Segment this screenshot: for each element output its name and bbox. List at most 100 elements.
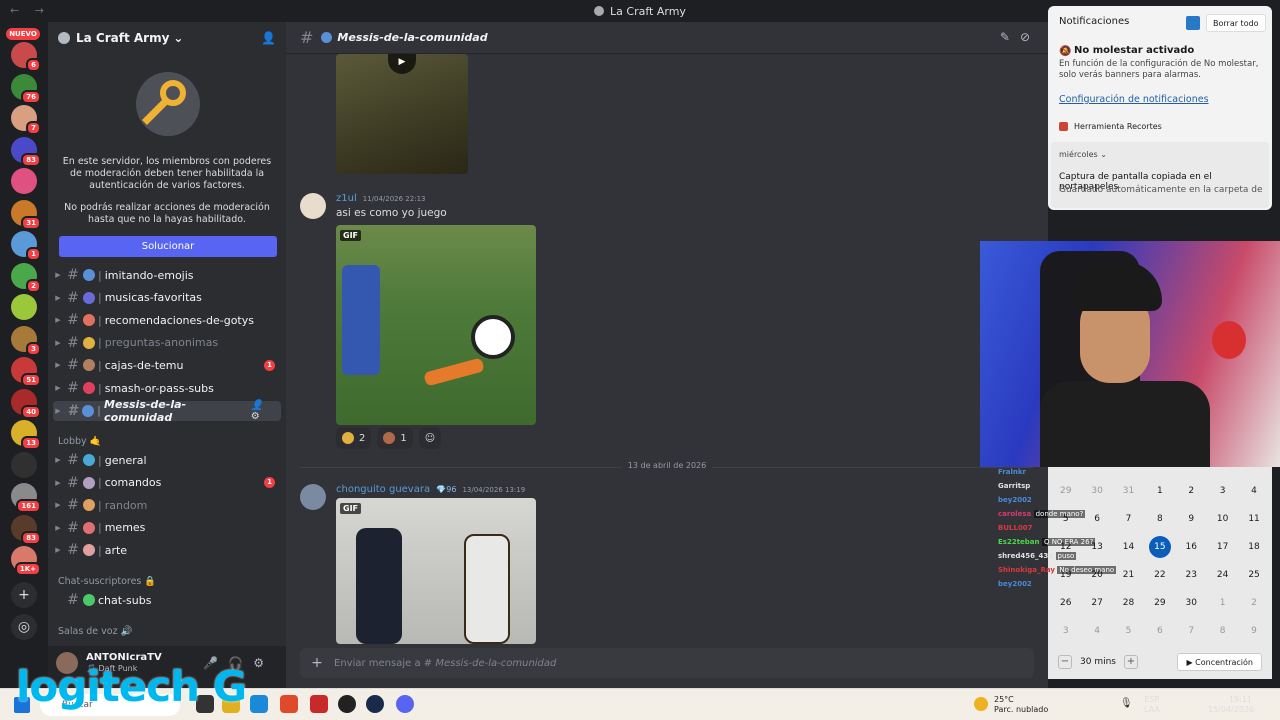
channel-recomendaciones-de-gotys[interactable]: ▶ # | recomendaciones-de-gotys xyxy=(53,310,281,330)
channel-musicas-favoritas[interactable]: ▶ # | musicas-favoritas xyxy=(53,288,281,308)
steam-icon[interactable] xyxy=(366,695,384,713)
gear-icon[interactable]: ⚙ xyxy=(253,656,274,670)
taskbar-clock[interactable]: 19:11 15/04/2026 xyxy=(1208,695,1254,715)
channel-comandos[interactable]: ▶ # | comandos 1 xyxy=(53,473,281,493)
channel-imitando-emojis[interactable]: ▶ # | imitando-emojis xyxy=(53,265,281,285)
expand-arrow-icon[interactable]: ▶ xyxy=(53,407,63,415)
calendar-day[interactable]: 4 xyxy=(1081,620,1112,642)
play-icon[interactable]: ▶ xyxy=(388,54,416,74)
notification-day[interactable]: miércoles ⌄ xyxy=(1059,150,1107,159)
expand-arrow-icon[interactable]: ▶ xyxy=(53,384,63,392)
message-author[interactable]: chonguito guevara 💎96 13/04/2026 13:19 xyxy=(336,484,525,495)
calendar-day[interactable]: 2 xyxy=(1176,480,1207,502)
expand-arrow-icon[interactable]: ▶ xyxy=(53,501,63,509)
server-icon[interactable] xyxy=(11,451,37,478)
calendar-day[interactable]: 23 xyxy=(1176,564,1207,586)
weather-widget[interactable]: 25°C Parc. nublado xyxy=(974,695,1048,715)
calendar-day[interactable]: 4 xyxy=(1238,480,1269,502)
explore-icon[interactable]: ◎ xyxy=(11,614,37,640)
server-icon[interactable]: 7 xyxy=(11,105,41,135)
server-icon[interactable]: 2 xyxy=(11,262,41,293)
calendar-day[interactable]: 8 xyxy=(1144,508,1175,530)
expand-arrow-icon[interactable]: ▶ xyxy=(53,316,63,324)
calendar-day[interactable]: 3 xyxy=(1207,480,1238,502)
server-icon[interactable]: 13 xyxy=(11,420,41,450)
expand-arrow-icon[interactable]: ▶ xyxy=(53,294,63,302)
calendar-day[interactable]: 1 xyxy=(1144,480,1175,502)
dnd-toggle-icon[interactable] xyxy=(1186,16,1200,30)
threads-icon[interactable]: ✎ xyxy=(1000,30,1020,44)
calendar-day[interactable]: 14 xyxy=(1113,536,1144,558)
calendar-day[interactable]: 28 xyxy=(1113,592,1144,614)
video-attachment[interactable]: ▶ xyxy=(336,54,468,174)
reaction[interactable]: 1 xyxy=(377,427,413,449)
channel-settings-icon[interactable]: 👤 ⚙ xyxy=(251,400,275,422)
calendar-day[interactable]: 7 xyxy=(1176,620,1207,642)
message-author[interactable]: z1ul 11/04/2026 22:13 xyxy=(336,193,425,204)
channel-general[interactable]: ▶ # | general xyxy=(53,450,281,470)
calendar-day[interactable]: 2 xyxy=(1238,592,1269,614)
calendar-day[interactable]: 15 xyxy=(1148,536,1171,558)
expand-arrow-icon[interactable]: ▶ xyxy=(53,546,63,554)
expand-arrow-icon[interactable]: ▶ xyxy=(53,339,63,347)
expand-arrow-icon[interactable]: ▶ xyxy=(53,479,63,487)
server-icon[interactable]: 3 xyxy=(11,325,41,356)
server-header[interactable]: La Craft Army ⌄ 👤 xyxy=(48,22,286,54)
add-reaction-button[interactable]: ☺ xyxy=(418,427,442,449)
system-tray[interactable]: 🎙 xyxy=(1120,698,1139,709)
server-icon[interactable] xyxy=(11,294,37,320)
calendar-day[interactable]: 26 xyxy=(1050,592,1081,614)
server-icon[interactable]: 161 xyxy=(11,483,41,513)
server-icon[interactable]: 83 xyxy=(11,514,41,545)
server-icon[interactable]: 40 xyxy=(11,388,41,419)
calendar-day[interactable]: 16 xyxy=(1176,536,1207,558)
server-icon[interactable]: 1 xyxy=(11,231,41,261)
add-server-icon[interactable]: + xyxy=(11,582,37,608)
calendar-day[interactable]: 30 xyxy=(1176,592,1207,614)
calendar-day[interactable]: 21 xyxy=(1113,564,1144,586)
calendar-day[interactable]: 24 xyxy=(1207,564,1238,586)
calendar-day[interactable]: 9 xyxy=(1176,508,1207,530)
obs-icon[interactable] xyxy=(338,695,356,713)
minus-button[interactable]: − xyxy=(1058,655,1072,669)
expand-arrow-icon[interactable]: ▶ xyxy=(53,361,63,369)
author-name[interactable]: chonguito guevara xyxy=(336,484,430,495)
server-icon[interactable]: 31 xyxy=(11,199,41,230)
calendar-day[interactable]: 18 xyxy=(1238,536,1269,558)
channel-smash-or-pass-subs[interactable]: ▶ # | smash-or-pass-subs xyxy=(53,378,281,398)
calendar-day[interactable]: 27 xyxy=(1081,592,1112,614)
plus-button[interactable]: + xyxy=(1123,655,1138,669)
discord-icon[interactable] xyxy=(396,695,414,713)
obs-app-icon[interactable] xyxy=(310,695,328,713)
calendar-day[interactable]: 6 xyxy=(1144,620,1175,642)
expand-arrow-icon[interactable]: ▶ xyxy=(53,456,63,464)
category-voice[interactable]: Salas de voz 🔊 xyxy=(58,626,132,637)
expand-arrow-icon[interactable]: ▶ xyxy=(53,271,63,279)
calendar-day[interactable]: 3 xyxy=(1050,620,1081,642)
reaction[interactable]: 2 xyxy=(336,427,372,449)
focus-button[interactable]: ▶ Concentración xyxy=(1177,653,1262,671)
calendar-day[interactable]: 22 xyxy=(1144,564,1175,586)
calendar-day[interactable]: 9 xyxy=(1238,620,1269,642)
calendar-day[interactable]: 1 xyxy=(1207,592,1238,614)
invite-icon[interactable]: 👤 xyxy=(261,31,276,45)
server-icon[interactable]: 51 xyxy=(11,357,41,387)
channel-cajas-de-temu[interactable]: ▶ # | cajas-de-temu 1 xyxy=(53,355,281,375)
store-icon[interactable] xyxy=(250,695,268,713)
calendar-day[interactable]: 29 xyxy=(1144,592,1175,614)
mic-icon[interactable]: 🎙 xyxy=(1120,698,1139,709)
composer-placeholder[interactable]: Enviar mensaje a # Messis-de-la-comunida… xyxy=(334,658,556,669)
server-icon[interactable]: 1K+ xyxy=(11,546,41,576)
gif-attachment[interactable]: GIF xyxy=(336,225,536,425)
server-icon[interactable] xyxy=(11,168,37,194)
category-lobby[interactable]: Lobby 🤙 xyxy=(58,436,101,447)
channel-random[interactable]: ▶ # | random xyxy=(53,495,281,515)
channel-preguntas-anonimas[interactable]: ▶ # | preguntas-anonimas xyxy=(53,333,281,353)
message-composer[interactable]: + Enviar mensaje a # Messis-de-la-comuni… xyxy=(300,648,1034,678)
expand-arrow-icon[interactable]: ▶ xyxy=(53,524,63,532)
gif-attachment[interactable]: GIF xyxy=(336,498,536,644)
calendar-day[interactable]: 10 xyxy=(1207,508,1238,530)
avatar[interactable] xyxy=(300,193,326,219)
calendar-day[interactable]: 11 xyxy=(1238,508,1269,530)
calendar-day[interactable]: 7 xyxy=(1113,508,1144,530)
